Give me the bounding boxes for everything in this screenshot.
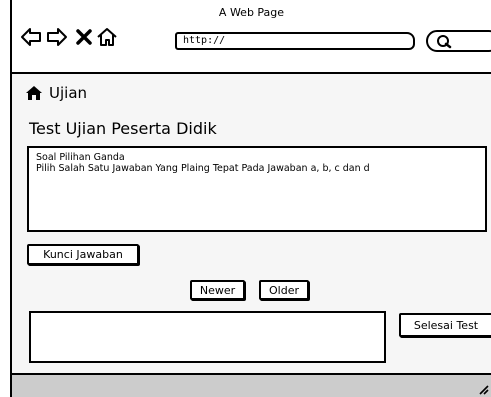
question-textarea[interactable]: Soal Pilihan Ganda Pilih Salah Satu Jawa… — [27, 146, 487, 232]
status-bar — [10, 373, 491, 397]
question-line-1: Soal Pilihan Ganda — [36, 152, 125, 163]
older-button[interactable]: Older — [259, 280, 309, 300]
answer-key-button[interactable]: Kunci Jawaban — [27, 244, 139, 265]
search-field[interactable] — [426, 30, 491, 52]
browser-toolbar: A Web Page http:// — [10, 0, 491, 74]
answer-input[interactable] — [29, 311, 386, 363]
window-title: A Web Page — [218, 6, 285, 19]
page-title: Test Ujian Peserta Didik — [29, 119, 217, 138]
close-icon[interactable] — [73, 26, 95, 48]
breadcrumb[interactable]: Ujian — [25, 84, 87, 102]
breadcrumb-label: Ujian — [49, 84, 88, 102]
home-icon — [26, 86, 42, 100]
page-content: Ujian Test Ujian Peserta Didik Soal Pili… — [10, 74, 491, 373]
home-icon[interactable] — [96, 26, 118, 48]
back-arrow-icon[interactable] — [20, 26, 42, 48]
resize-grip-icon[interactable] — [477, 383, 489, 395]
search-icon — [437, 35, 452, 49]
newer-button[interactable]: Newer — [190, 280, 245, 300]
address-bar[interactable]: http:// — [175, 32, 415, 50]
question-line-2: Pilih Salah Satu Jawaban Yang Plaing Tep… — [36, 163, 370, 174]
finish-test-button[interactable]: Selesai Test — [399, 313, 491, 337]
forward-arrow-icon[interactable] — [46, 26, 68, 48]
